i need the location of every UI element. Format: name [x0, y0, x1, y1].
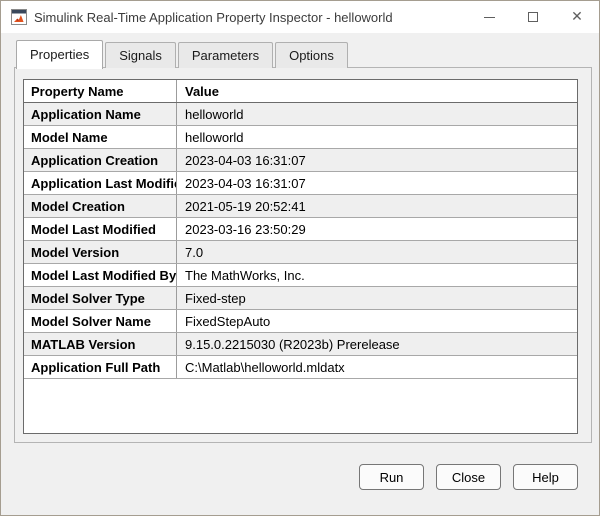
property-name-cell: Application Name [24, 103, 177, 125]
table-header-row: Property Name Value [24, 80, 577, 103]
table-row[interactable]: MATLAB Version 9.15.0.2215030 (R2023b) P… [24, 333, 577, 356]
table-row[interactable]: Application Creation 2023-04-03 16:31:07 [24, 149, 577, 172]
table-row[interactable]: Application Name helloworld [24, 103, 577, 126]
table-row[interactable]: Model Solver Type Fixed-step [24, 287, 577, 310]
minimize-icon [484, 17, 495, 18]
tab-bar: Properties Signals Parameters Options [16, 39, 348, 68]
property-name-cell: Application Full Path [24, 356, 177, 378]
property-value-cell: helloworld [177, 126, 577, 148]
maximize-icon [528, 12, 538, 22]
minimize-button[interactable] [467, 1, 511, 33]
property-inspector-window: Simulink Real-Time Application Property … [0, 0, 600, 516]
tab-label: Options [289, 48, 334, 63]
property-table: Property Name Value Application Name hel… [23, 79, 578, 434]
property-name-cell: Application Creation [24, 149, 177, 171]
property-value-cell: 2021-05-19 20:52:41 [177, 195, 577, 217]
table-row[interactable]: Model Name helloworld [24, 126, 577, 149]
property-name-cell: MATLAB Version [24, 333, 177, 355]
property-value-cell: The MathWorks, Inc. [177, 264, 577, 286]
window-title: Simulink Real-Time Application Property … [34, 10, 393, 25]
run-button[interactable]: Run [359, 464, 424, 490]
property-value-cell: 2023-04-03 16:31:07 [177, 172, 577, 194]
close-icon: ✕ [571, 10, 583, 24]
close-window-button[interactable]: ✕ [555, 1, 599, 33]
tab-properties[interactable]: Properties [16, 40, 103, 69]
property-value-cell: C:\Matlab\helloworld.mldatx [177, 356, 577, 378]
property-name-cell: Application Last Modified [24, 172, 177, 194]
property-name-cell: Model Name [24, 126, 177, 148]
tab-options[interactable]: Options [275, 42, 348, 68]
property-value-cell: Fixed-step [177, 287, 577, 309]
column-header-value: Value [177, 80, 577, 102]
tab-signals[interactable]: Signals [105, 42, 176, 68]
property-value-cell: 9.15.0.2215030 (R2023b) Prerelease [177, 333, 577, 355]
table-row[interactable]: Model Solver Name FixedStepAuto [24, 310, 577, 333]
property-name-cell: Model Last Modified [24, 218, 177, 240]
table-row[interactable]: Application Full Path C:\Matlab\hellowor… [24, 356, 577, 379]
property-value-cell: FixedStepAuto [177, 310, 577, 332]
window-controls: ✕ [467, 1, 599, 33]
property-value-cell: 2023-03-16 23:50:29 [177, 218, 577, 240]
property-value-cell: helloworld [177, 103, 577, 125]
property-name-cell: Model Creation [24, 195, 177, 217]
table-row[interactable]: Model Last Modified 2023-03-16 23:50:29 [24, 218, 577, 241]
property-name-cell: Model Last Modified By [24, 264, 177, 286]
tab-label: Parameters [192, 48, 259, 63]
property-name-cell: Model Solver Name [24, 310, 177, 332]
table-row[interactable]: Model Version 7.0 [24, 241, 577, 264]
table-row[interactable]: Model Creation 2021-05-19 20:52:41 [24, 195, 577, 218]
property-name-cell: Model Version [24, 241, 177, 263]
table-row[interactable]: Application Last Modified 2023-04-03 16:… [24, 172, 577, 195]
property-value-cell: 7.0 [177, 241, 577, 263]
close-button[interactable]: Close [436, 464, 501, 490]
tab-label: Properties [30, 47, 89, 62]
tab-parameters[interactable]: Parameters [178, 42, 273, 68]
column-header-property-name: Property Name [24, 80, 177, 102]
table-row[interactable]: Model Last Modified By The MathWorks, In… [24, 264, 577, 287]
property-name-cell: Model Solver Type [24, 287, 177, 309]
simulink-app-icon [11, 9, 27, 25]
tab-label: Signals [119, 48, 162, 63]
property-value-cell: 2023-04-03 16:31:07 [177, 149, 577, 171]
help-button[interactable]: Help [513, 464, 578, 490]
maximize-button[interactable] [511, 1, 555, 33]
title-bar: Simulink Real-Time Application Property … [1, 1, 599, 33]
